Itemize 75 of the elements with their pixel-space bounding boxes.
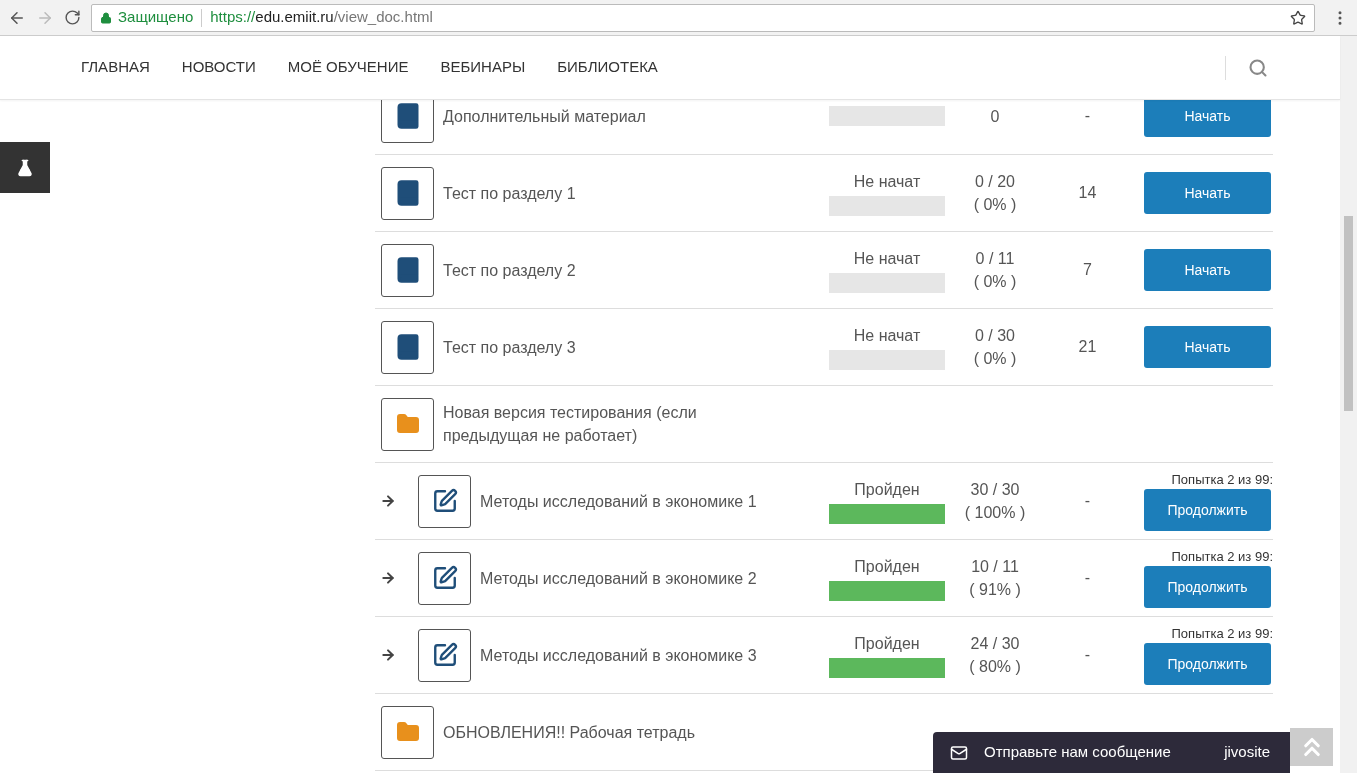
nav-link[interactable]: БИБЛИОТЕКА [557, 56, 658, 79]
book-icon [381, 243, 434, 297]
url-text: https://edu.emiit.ru/view_doc.html [210, 7, 433, 28]
score-text: 0 [990, 106, 1000, 127]
nav-link[interactable]: ВЕБИНАРЫ [440, 56, 526, 79]
mail-icon [950, 743, 968, 762]
status-label: Пройден [854, 557, 920, 577]
percent-text: ( 80% ) [969, 657, 1021, 677]
start-button[interactable]: Продолжить [1144, 489, 1271, 531]
start-button[interactable]: Начать [1144, 100, 1271, 137]
attempt-text: Попытка 2 из 99: [1171, 548, 1273, 566]
count-text: - [1084, 568, 1091, 588]
score-text: 0 / 20 [975, 172, 1015, 192]
item-title[interactable]: Дополнительный материал [443, 107, 646, 125]
score-text: 0 / 11 [975, 249, 1015, 269]
attempt-text: Попытка 2 из 99: [1171, 625, 1273, 643]
status-label: Пройден [854, 480, 920, 500]
scrollbar[interactable] [1340, 36, 1357, 773]
chat-widget[interactable]: Отправьте нам сообщение jivosite [933, 732, 1290, 773]
count-text: - [1084, 491, 1091, 511]
percent-text: ( 0% ) [973, 272, 1017, 292]
nav-link[interactable]: НОВОСТИ [181, 56, 256, 79]
book-icon [381, 320, 434, 374]
percent-text: ( 0% ) [973, 195, 1017, 215]
item-title[interactable]: Новая версия тестирования (если предыдущая не работает) [443, 401, 793, 447]
start-button[interactable]: Начать [1144, 326, 1271, 368]
score-text: 30 / 30 [970, 480, 1020, 500]
folder-icon [381, 397, 434, 451]
nav-link[interactable]: ГЛАВНАЯ [81, 56, 150, 79]
item-title[interactable]: Методы исследований в экономике 2 [480, 569, 757, 587]
address-bar[interactable]: Защищено https://edu.emiit.ru/view_doc.html [91, 3, 1315, 32]
item-title[interactable]: Тест по разделу 3 [443, 338, 576, 356]
attempt-text: Попытка 2 из 99: [1171, 471, 1273, 489]
count-text: - [1084, 106, 1091, 126]
flask-icon [16, 158, 34, 177]
count-text: 14 [1078, 183, 1097, 203]
score-text: 10 / 11 [971, 557, 1019, 577]
start-button[interactable]: Начать [1144, 249, 1271, 291]
status-label: Пройден [854, 634, 920, 654]
security-label: Защищено [118, 7, 194, 28]
item-title[interactable]: Тест по разделу 1 [443, 184, 576, 202]
arrow-icon [380, 570, 396, 586]
item-title[interactable]: Методы исследований в экономике 1 [480, 492, 757, 510]
percent-text: ( 91% ) [969, 580, 1021, 600]
arrow-icon [380, 647, 396, 663]
score-text: 0 / 30 [975, 326, 1015, 346]
lab-button[interactable] [0, 142, 50, 193]
start-button[interactable]: Начать [1144, 172, 1271, 214]
percent-text: ( 100% ) [964, 503, 1026, 523]
book-icon [381, 166, 434, 220]
count-text: 21 [1078, 337, 1097, 357]
item-title[interactable]: Методы исследований в экономике 3 [480, 646, 757, 664]
count-text: 7 [1083, 260, 1092, 280]
chat-label: Отправьте нам сообщение [984, 742, 1171, 763]
status-label: Не начат [853, 326, 921, 346]
brand-label: jivosite [1224, 742, 1270, 763]
reload-icon[interactable] [64, 9, 81, 26]
lock-icon [100, 11, 112, 24]
start-button[interactable]: Продолжить [1144, 566, 1271, 608]
nav-link[interactable]: МОЁ ОБУЧЕНИЕ [287, 56, 409, 79]
arrow-icon [380, 493, 396, 509]
start-button[interactable]: Продолжить [1144, 643, 1271, 685]
status-label: Не начат [853, 249, 921, 269]
edit-icon [418, 551, 471, 605]
bookmark-star-icon[interactable] [1290, 9, 1306, 26]
score-text: 24 / 30 [970, 634, 1020, 654]
edit-icon [418, 628, 471, 682]
folder-icon [381, 705, 434, 759]
search-icon[interactable] [1248, 57, 1268, 78]
edit-icon [418, 474, 471, 528]
item-title[interactable]: ОБНОВЛЕНИЯ!! Рабочая тетрадь [443, 720, 793, 744]
count-text: - [1084, 645, 1091, 665]
item-title[interactable]: Тест по разделу 2 [443, 261, 576, 279]
status-label: Не начат [853, 172, 921, 192]
percent-text: ( 0% ) [973, 349, 1017, 369]
